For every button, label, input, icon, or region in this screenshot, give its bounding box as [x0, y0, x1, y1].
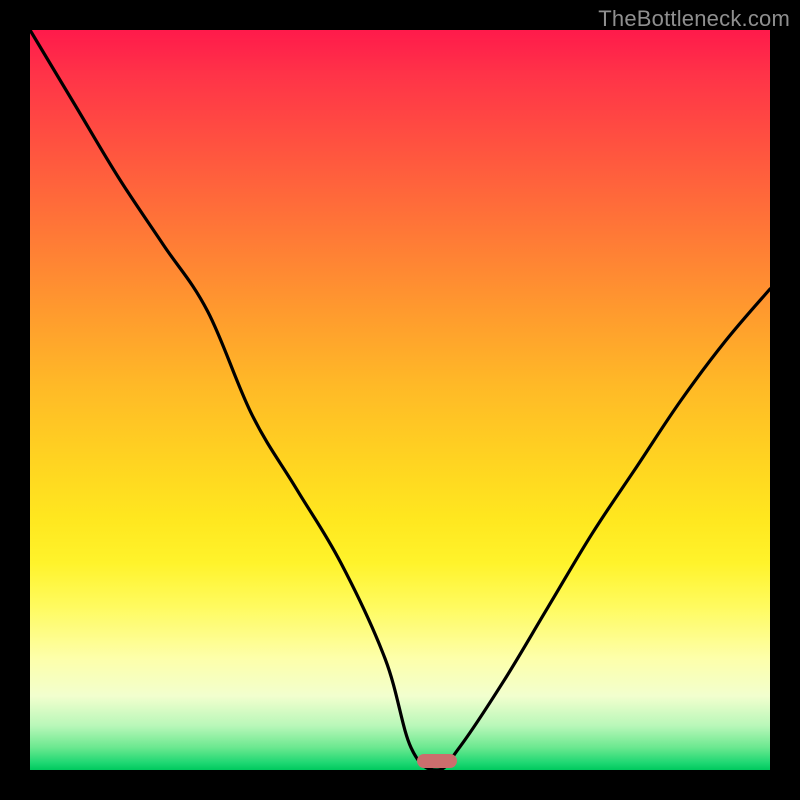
chart-frame: TheBottleneck.com [0, 0, 800, 800]
plot-area [30, 30, 770, 770]
minimum-marker [417, 754, 457, 768]
bottleneck-curve [30, 30, 770, 770]
watermark-text: TheBottleneck.com [598, 6, 790, 32]
